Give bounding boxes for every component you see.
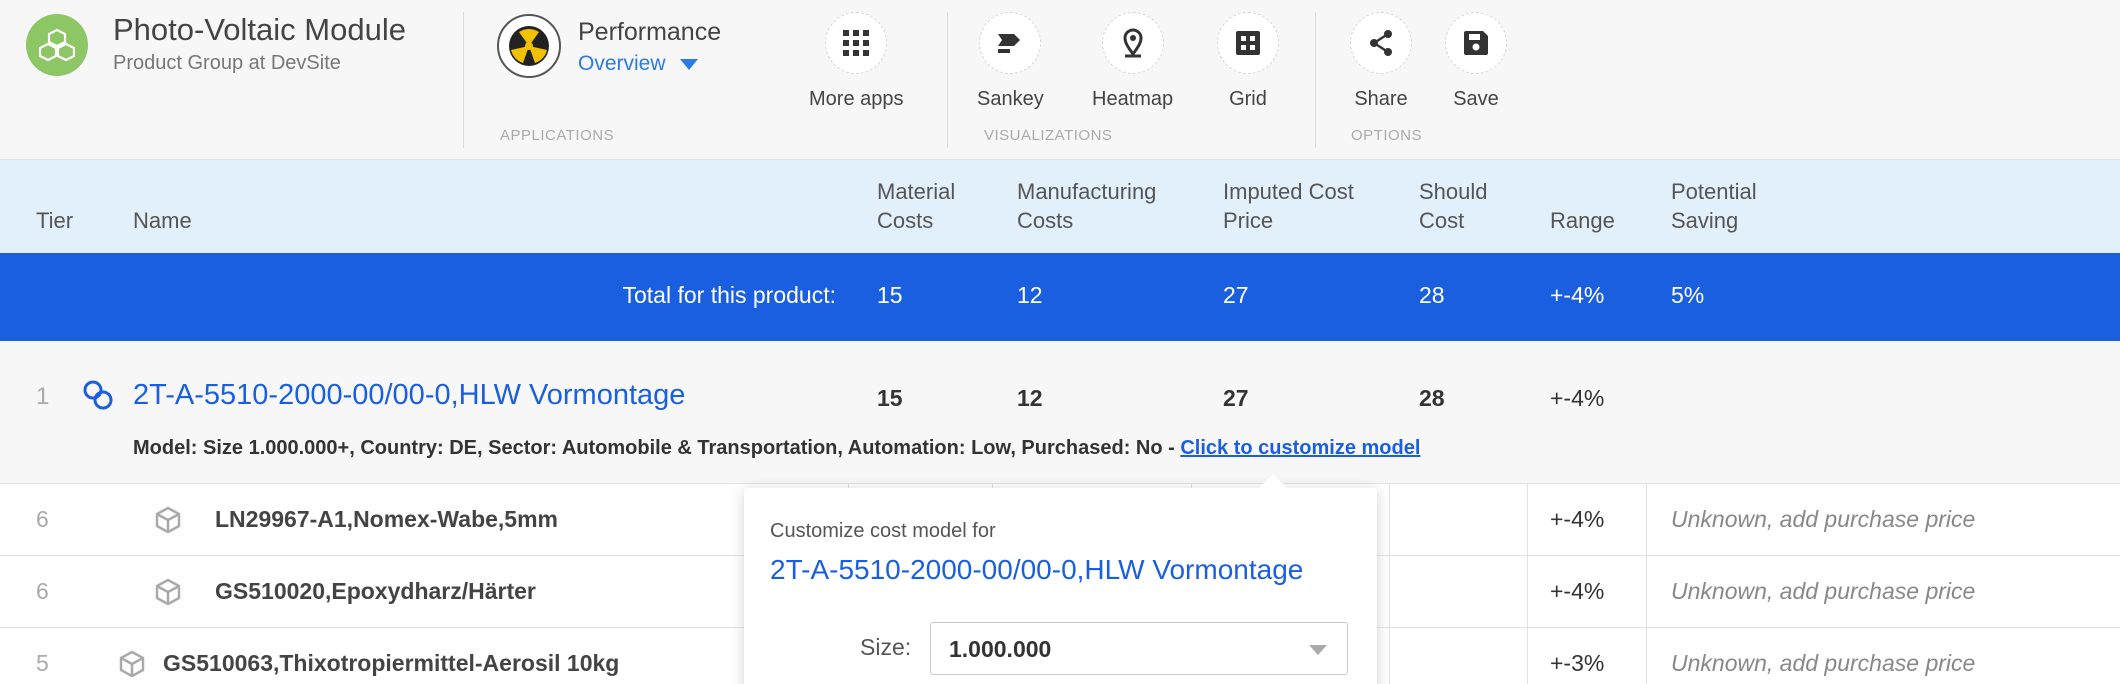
row-manufacturing-costs: 12 [1017,385,1043,411]
save-button[interactable]: Save [1445,12,1507,111]
row-range: +-4% [1550,578,1605,604]
customize-model-link[interactable]: Click to customize model [1180,437,1420,459]
size-select[interactable]: 1.000.000 [930,622,1348,675]
applications-group-label: APPLICATIONS [500,127,615,144]
column-header-should-cost[interactable]: Should Cost [1419,177,1488,235]
caret-down-icon [679,58,698,70]
column-divider [1527,484,1528,684]
row-range: +-4% [1550,506,1605,532]
options-group-label: OPTIONS [1351,127,1423,144]
model-text: Model: Size 1.000.000+, Country: DE, Sec… [133,437,1181,459]
application-name: Performance [578,18,722,46]
map-pin-icon [1123,28,1143,58]
total-material-costs: 15 [877,282,903,308]
total-label: Total for this product: [622,282,837,308]
total-potential-saving: 5% [1671,282,1705,308]
grid-icon [1236,31,1260,55]
total-manufacturing-costs: 12 [1017,282,1043,308]
total-range: +-4% [1550,282,1605,308]
row-should-cost: 28 [1419,385,1445,411]
customize-model-popover: Customize cost model for 2T-A-5510-2000-… [744,474,1377,684]
row-range: +-4% [1550,385,1605,411]
visualizations-group-label: VISUALIZATIONS [984,127,1113,144]
row-tier: 6 [36,506,49,532]
table-row-main[interactable]: 1 2T-A-5510-2000-00/00-0,HLW Vormontage … [0,341,2120,484]
save-label: Save [1453,88,1499,110]
share-icon [1370,30,1392,56]
product-subtitle: Product Group at DevSite [113,52,341,74]
sankey-label: Sankey [977,88,1044,110]
row-tier: 6 [36,578,49,604]
product-title: Photo-Voltaic Module [113,12,406,47]
popover-title: Customize cost model for [770,520,996,542]
row-material-costs: 15 [877,385,903,411]
column-header-imputed-cost-price[interactable]: Imputed Cost Price [1223,177,1354,235]
more-apps-label: More apps [809,88,904,110]
product-logo [26,14,88,76]
header-divider [947,12,948,148]
row-name-link[interactable]: 2T-A-5510-2000-00/00-0,HLW Vormontage [133,379,685,412]
column-divider [1646,484,1647,684]
performance-app-icon[interactable] [497,14,561,78]
share-label: Share [1354,88,1408,110]
row-imputed-cost-price: 27 [1223,385,1249,411]
floppy-disk-icon [1464,31,1488,55]
app-header: Photo-Voltaic Module Product Group at De… [0,0,2120,160]
sankey-button[interactable]: Sankey [977,12,1044,111]
row-name: LN29967-A1,Nomex-Wabe,5mm [215,506,558,532]
share-button[interactable]: Share [1350,12,1412,111]
row-name: GS510020,Epoxydharz/Härter [215,578,536,604]
heatmap-button[interactable]: Heatmap [1092,12,1173,111]
link-icon [82,379,114,416]
total-should-cost: 28 [1419,282,1445,308]
cube-icon [119,650,145,683]
size-label: Size: [860,634,912,660]
grid-button[interactable]: Grid [1217,12,1279,111]
cubes-icon [39,28,75,62]
more-apps-button[interactable]: More apps [809,12,904,111]
row-potential-saving: Unknown, add purchase price [1671,578,1976,604]
popover-product-name: 2T-A-5510-2000-00/00-0,HLW Vormontage [770,554,1304,585]
chevron-down-icon [1309,645,1327,655]
total-imputed-cost-price: 27 [1223,282,1249,308]
column-header-range[interactable]: Range [1550,206,1615,235]
grid-label: Grid [1229,88,1267,110]
row-potential-saving: Unknown, add purchase price [1671,650,1976,676]
popover-arrow [1259,474,1287,488]
row-range: +-3% [1550,650,1605,676]
row-name: GS510063,Thixotropiermittel-Aerosil 10kg [163,650,620,676]
header-divider [463,12,464,148]
row-tier: 1 [36,383,50,410]
column-header-potential-saving[interactable]: Potential Saving [1671,177,1757,235]
header-divider [1315,12,1316,148]
column-header-material-costs[interactable]: Material Costs [877,177,955,235]
table-header: Tier Name Material Costs Manufacturing Cos… [0,160,2120,253]
apps-grid-icon [843,30,870,56]
total-row: Total for this product: 15 12 27 28 +-4%… [0,253,2120,341]
size-select-value: 1.000.000 [949,636,1052,662]
cube-icon [155,578,181,611]
radiation-icon [509,26,549,66]
cube-icon [155,506,181,539]
heatmap-label: Heatmap [1092,88,1174,110]
view-dropdown[interactable]: Overview [578,52,698,76]
column-divider [1389,484,1390,684]
model-description: Model: Size 1.000.000+, Country: DE, Sec… [133,437,1420,460]
sankey-icon [998,34,1021,53]
row-tier: 5 [36,650,49,676]
row-potential-saving: Unknown, add purchase price [1671,506,1976,532]
column-header-tier[interactable]: Tier [36,206,73,235]
column-header-manufacturing-costs[interactable]: Manufacturing Costs [1017,177,1156,235]
column-header-name[interactable]: Name [133,206,192,235]
view-dropdown-label: Overview [578,52,666,75]
